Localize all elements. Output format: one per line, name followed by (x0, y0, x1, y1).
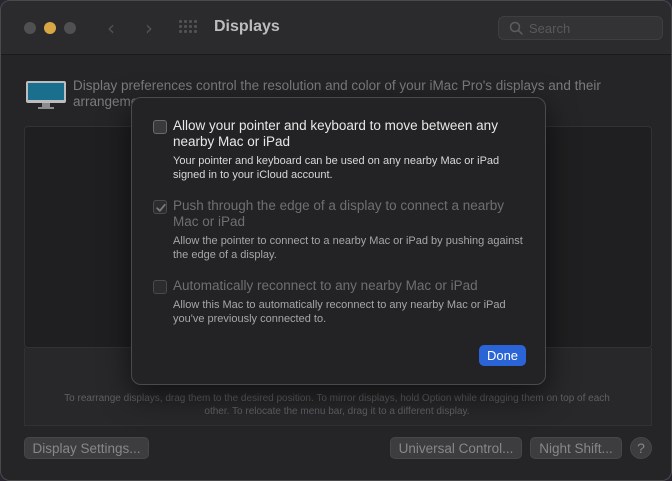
push-through-checkbox[interactable] (153, 200, 167, 214)
universal-control-sheet: Allow your pointer and keyboard to move … (131, 97, 546, 385)
option-label: Automatically reconnect to any nearby Ma… (173, 278, 478, 293)
option-label: Push through the edge of a display to co… (173, 198, 504, 229)
done-button[interactable]: Done (479, 345, 526, 366)
allow-pointer-checkbox[interactable] (153, 120, 167, 134)
option-description: Allow this Mac to automatically reconnec… (173, 299, 506, 325)
option-label: Allow your pointer and keyboard to move … (173, 118, 498, 149)
auto-reconnect-checkbox[interactable] (153, 280, 167, 294)
option-description: Your pointer and keyboard can be used on… (173, 155, 500, 181)
option-description: Allow the pointer to connect to a nearby… (173, 235, 523, 261)
checkmark-icon (156, 203, 166, 212)
system-preferences-window: ‹ › Displays Display preferences control… (0, 0, 672, 481)
